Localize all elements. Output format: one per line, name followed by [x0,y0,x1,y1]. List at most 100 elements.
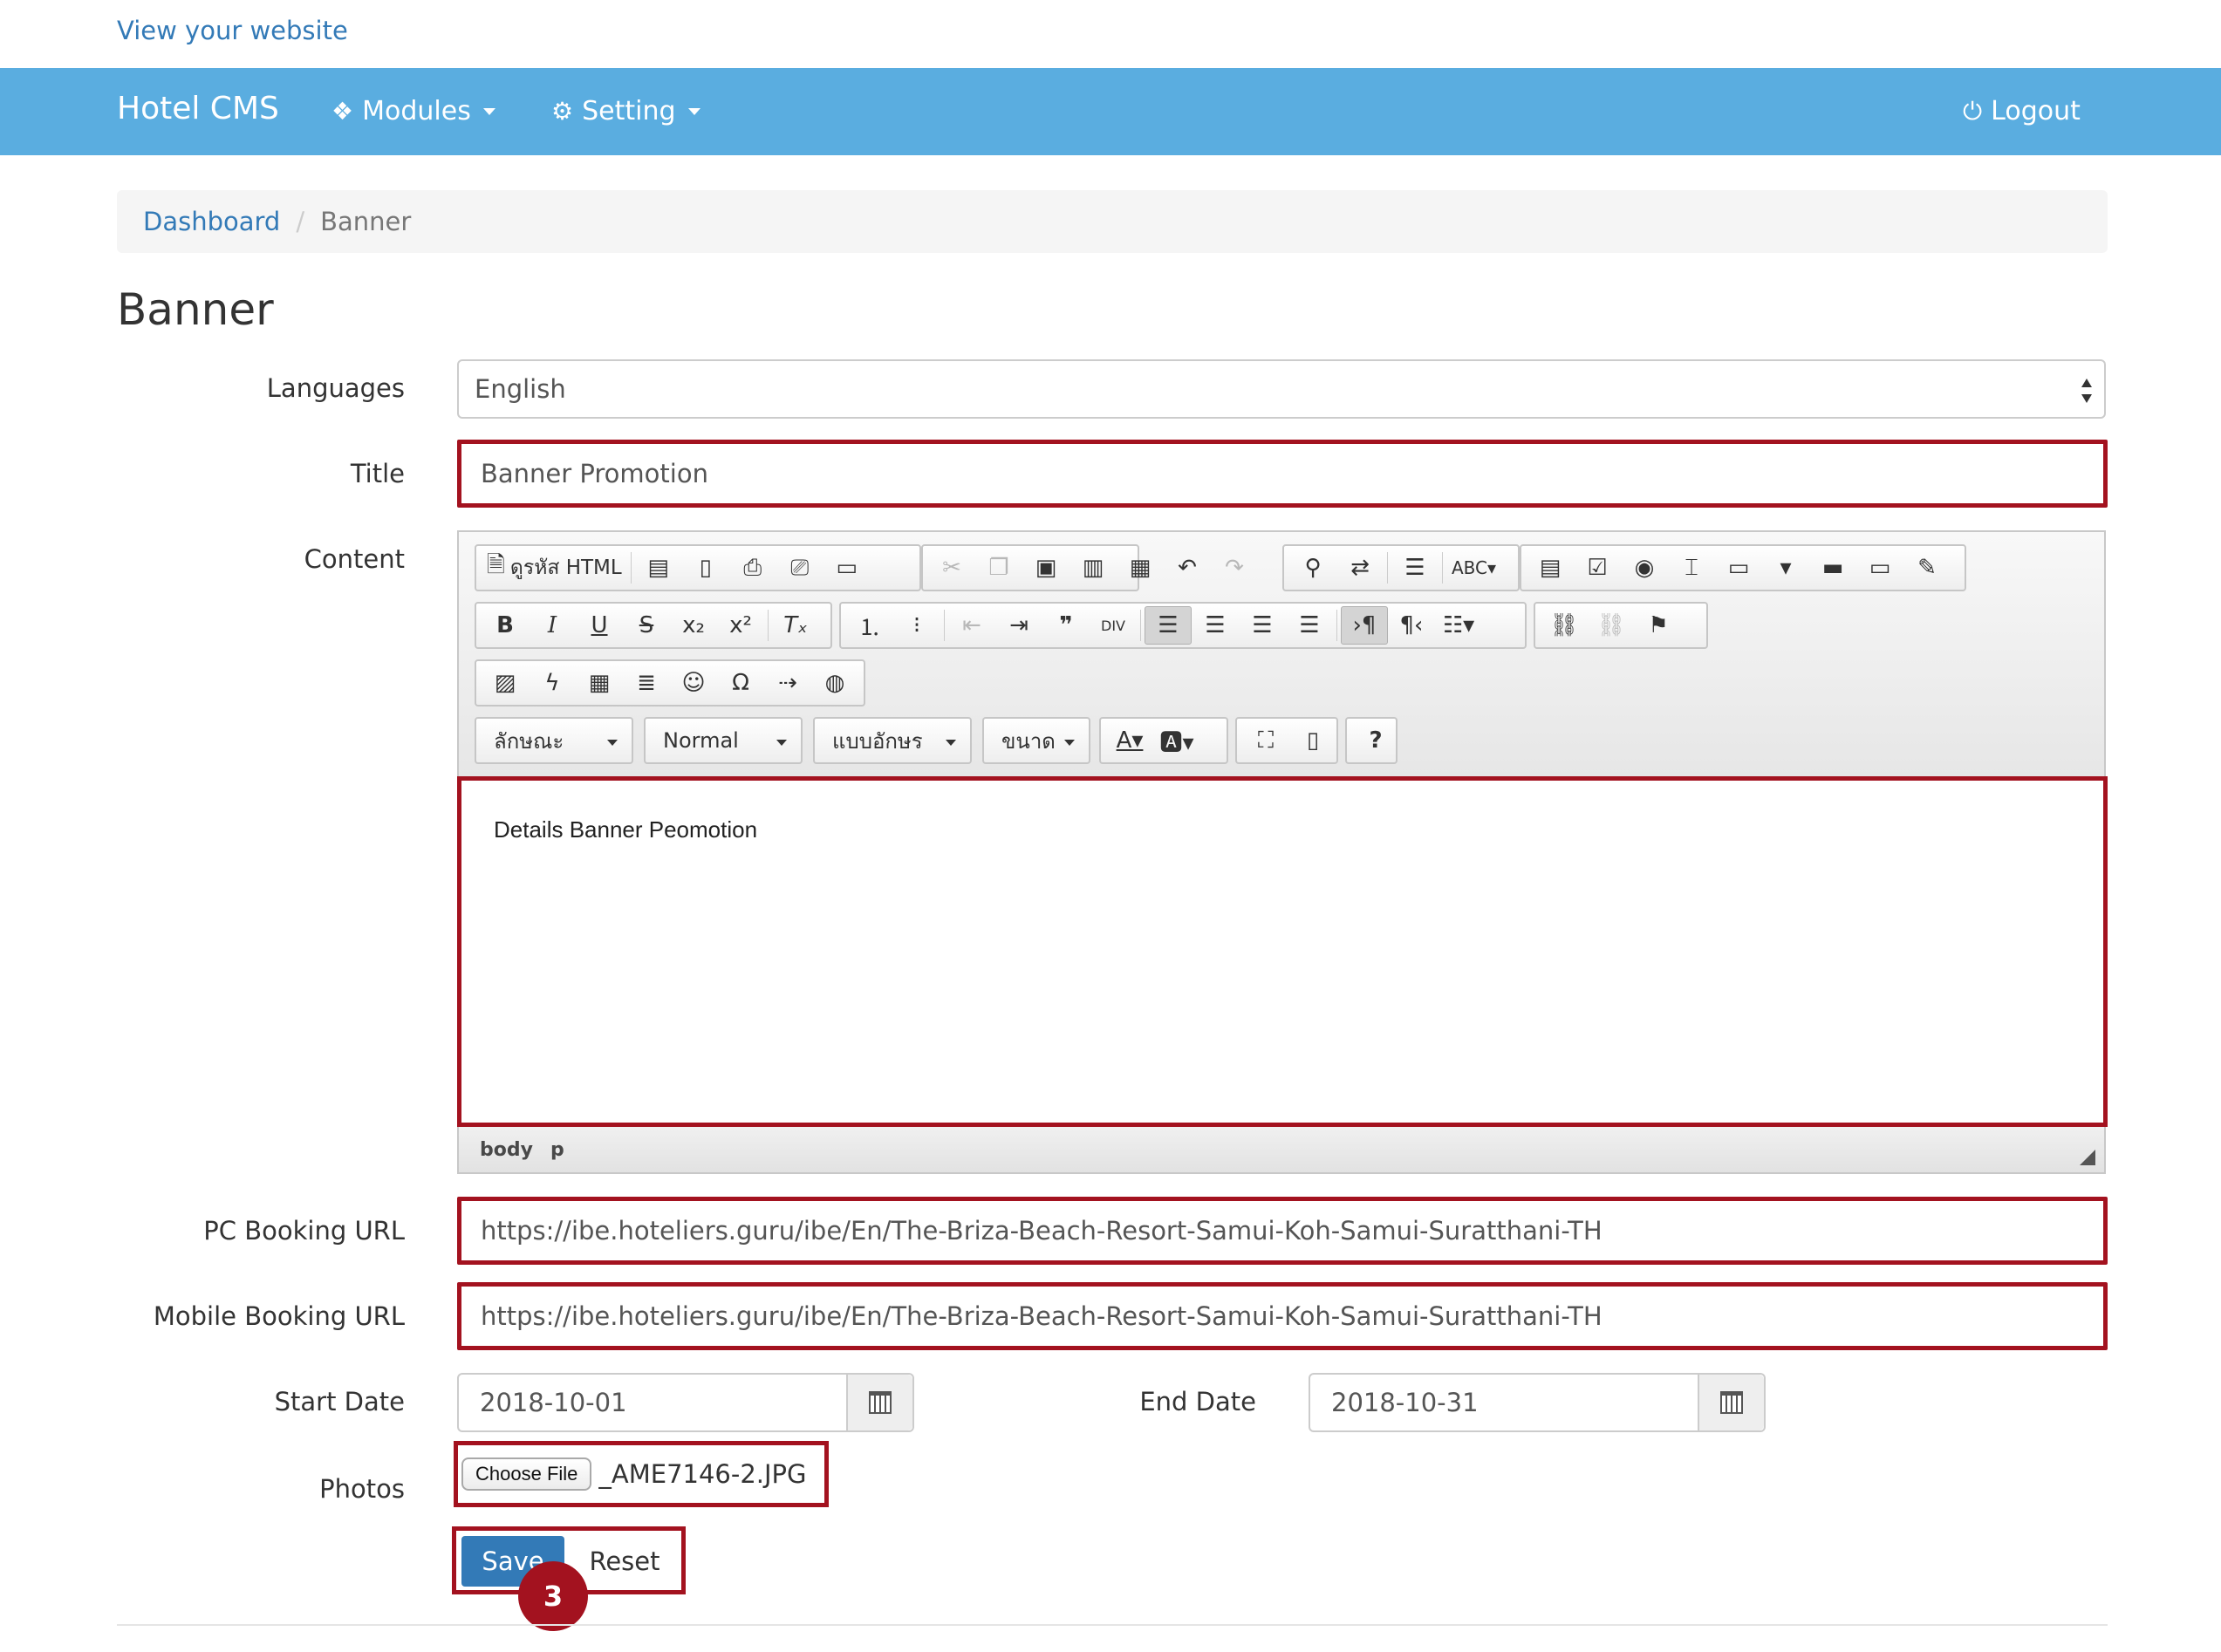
background-color-icon[interactable]: 🅰▾ [1153,721,1200,760]
breadcrumb-current: Banner [320,207,412,236]
editor-content-area[interactable]: Details Banner Peomotion [459,778,2104,1129]
font-combo-label: แบบอักษร [832,728,923,754]
link-icon[interactable]: ⛓ [1541,606,1588,645]
end-date-input[interactable]: 2018-10-31 [1310,1375,1698,1430]
blockquote-icon[interactable]: ❞ [1042,606,1090,645]
logout-link[interactable]: ⏻ Logout [1963,96,2081,126]
spellcheck-icon[interactable]: ABC▾ [1446,549,1501,587]
toolbar-forms-group: ▤ ☑ ◉ ⌶ ▭ ▾ ▬ ▭ ✎ [1520,544,1966,591]
textarea-icon[interactable]: ▭ [1715,549,1762,587]
align-center-icon[interactable]: ☰ [1192,606,1239,645]
editor-content-text: Details Banner Peomotion [494,816,758,843]
end-date-group: 2018-10-31 [1309,1373,1766,1432]
page-title: Banner [117,284,274,335]
view-website-link[interactable]: View your website [117,16,348,45]
redo-icon[interactable]: ↷ [1211,549,1258,587]
form-icon[interactable]: ▤ [1527,549,1574,587]
caret-down-icon [687,107,700,115]
brand-title[interactable]: Hotel CMS [117,91,279,126]
align-justify-icon[interactable]: ☰ [1286,606,1333,645]
paste-icon[interactable]: ▣ [1022,549,1069,587]
flash-icon[interactable]: ϟ [529,664,576,702]
cut-icon[interactable]: ✂ [928,549,975,587]
table-icon[interactable]: ▦ [576,664,623,702]
anchor-flag-icon[interactable]: ⚑ [1635,606,1682,645]
preview-icon[interactable]: ⎙ [729,549,776,587]
horizontal-rule-icon[interactable]: ≣ [623,664,670,702]
languages-select[interactable]: English [457,359,2106,419]
text-color-icon[interactable]: A▾ [1106,721,1153,760]
numbered-list-icon[interactable]: ⒈ [846,606,893,645]
format-combo[interactable]: Normal [644,717,803,764]
copy-icon[interactable]: ❐ [975,549,1022,587]
nav-modules-dropdown[interactable]: ❖ Modules [331,96,495,126]
select-all-icon[interactable]: ☰ [1391,549,1439,587]
toolbar-colors-group: A▾ 🅰▾ [1099,717,1228,764]
font-combo[interactable]: แบบอักษร [813,717,972,764]
text-field-icon[interactable]: ⌶ [1668,549,1715,587]
paste-text-icon[interactable]: ▥ [1069,549,1117,587]
rtl-icon[interactable]: ¶‹ [1388,606,1435,645]
language-icon[interactable]: ☷▾ [1435,606,1482,645]
source-button[interactable]: 🗎 ดูรหัส HTML [482,549,627,587]
nav-setting-label: Setting [582,96,676,126]
languages-select-value: English [475,374,566,404]
ltr-icon[interactable]: ›¶ [1341,606,1388,645]
toolbar-document-group: 🗎 ดูรหัส HTML ▤ ▯ ⎙ ⎚ ▭ [475,544,921,591]
style-combo[interactable]: ลักษณะ [475,717,633,764]
choose-file-button[interactable]: Choose File [461,1457,592,1491]
breadcrumb-dashboard-link[interactable]: Dashboard [143,207,280,236]
image-button-icon[interactable]: ▭ [1856,549,1903,587]
photos-file-input: Choose File _AME7146-2.JPG [454,1441,829,1507]
iframe-globe-icon[interactable]: ◍ [811,664,858,702]
bold-icon[interactable]: B [482,606,529,645]
page-break-icon[interactable]: ⇢ [764,664,811,702]
nav-setting-dropdown[interactable]: ⚙ Setting [551,96,700,126]
undo-icon[interactable]: ↶ [1164,549,1211,587]
outdent-icon[interactable]: ⇤ [948,606,995,645]
maximize-icon[interactable]: ⛶ [1242,721,1289,760]
checkbox-icon[interactable]: ☑ [1574,549,1621,587]
end-date-picker-button[interactable] [1698,1375,1764,1430]
mobile-booking-url-label: Mobile Booking URL [153,1301,405,1331]
toolbar-find-group: ⚲ ⇄ ☰ ABC▾ [1282,544,1520,591]
size-combo[interactable]: ขนาด [982,717,1090,764]
pc-booking-url-input[interactable]: https://ibe.hoteliers.guru/ibe/En/The-Br… [457,1197,2108,1265]
start-date-input[interactable]: 2018-10-01 [459,1375,846,1430]
source-button-label: ดูรหัส HTML [509,556,622,579]
resize-grip-icon[interactable] [2080,1150,2095,1165]
image-icon[interactable]: ▨ [482,664,529,702]
align-left-icon[interactable]: ☰ [1145,606,1192,645]
superscript-icon[interactable]: x² [717,606,764,645]
find-icon[interactable]: ⚲ [1289,549,1336,587]
paste-word-icon[interactable]: ▦ [1117,549,1164,587]
hidden-field-icon[interactable]: ✎ [1903,549,1951,587]
replace-icon[interactable]: ⇄ [1336,549,1384,587]
help-icon[interactable]: ? [1352,721,1399,760]
smiley-icon[interactable]: ☺ [670,664,717,702]
underline-icon[interactable]: U [576,606,623,645]
show-blocks-icon[interactable]: ▯ [1289,721,1336,760]
create-div-icon[interactable]: DIV [1090,606,1137,645]
print-icon[interactable]: ⎚ [776,549,823,587]
select-field-icon[interactable]: ▾ [1762,549,1809,587]
strike-icon[interactable]: S [623,606,670,645]
indent-icon[interactable]: ⇥ [995,606,1042,645]
title-input[interactable]: Banner Promotion [457,440,2108,508]
bulleted-list-icon[interactable]: ⁝ [893,606,940,645]
align-right-icon[interactable]: ☰ [1239,606,1286,645]
radio-icon[interactable]: ◉ [1621,549,1668,587]
save-icon[interactable]: ▤ [635,549,682,587]
subscript-icon[interactable]: x₂ [670,606,717,645]
button-field-icon[interactable]: ▬ [1809,549,1856,587]
templates-icon[interactable]: ▭ [823,549,871,587]
remove-format-icon[interactable]: Tₓ [772,606,819,645]
italic-icon[interactable]: I [529,606,576,645]
unlink-icon[interactable]: ⛓ [1588,606,1635,645]
reset-button[interactable]: Reset [570,1536,680,1587]
path-p[interactable]: p [550,1139,564,1161]
mobile-booking-url-input[interactable]: https://ibe.hoteliers.guru/ibe/En/The-Br… [457,1282,2108,1350]
path-body[interactable]: body [480,1139,533,1161]
new-page-icon[interactable]: ▯ [682,549,729,587]
special-char-icon[interactable]: Ω [717,664,764,702]
